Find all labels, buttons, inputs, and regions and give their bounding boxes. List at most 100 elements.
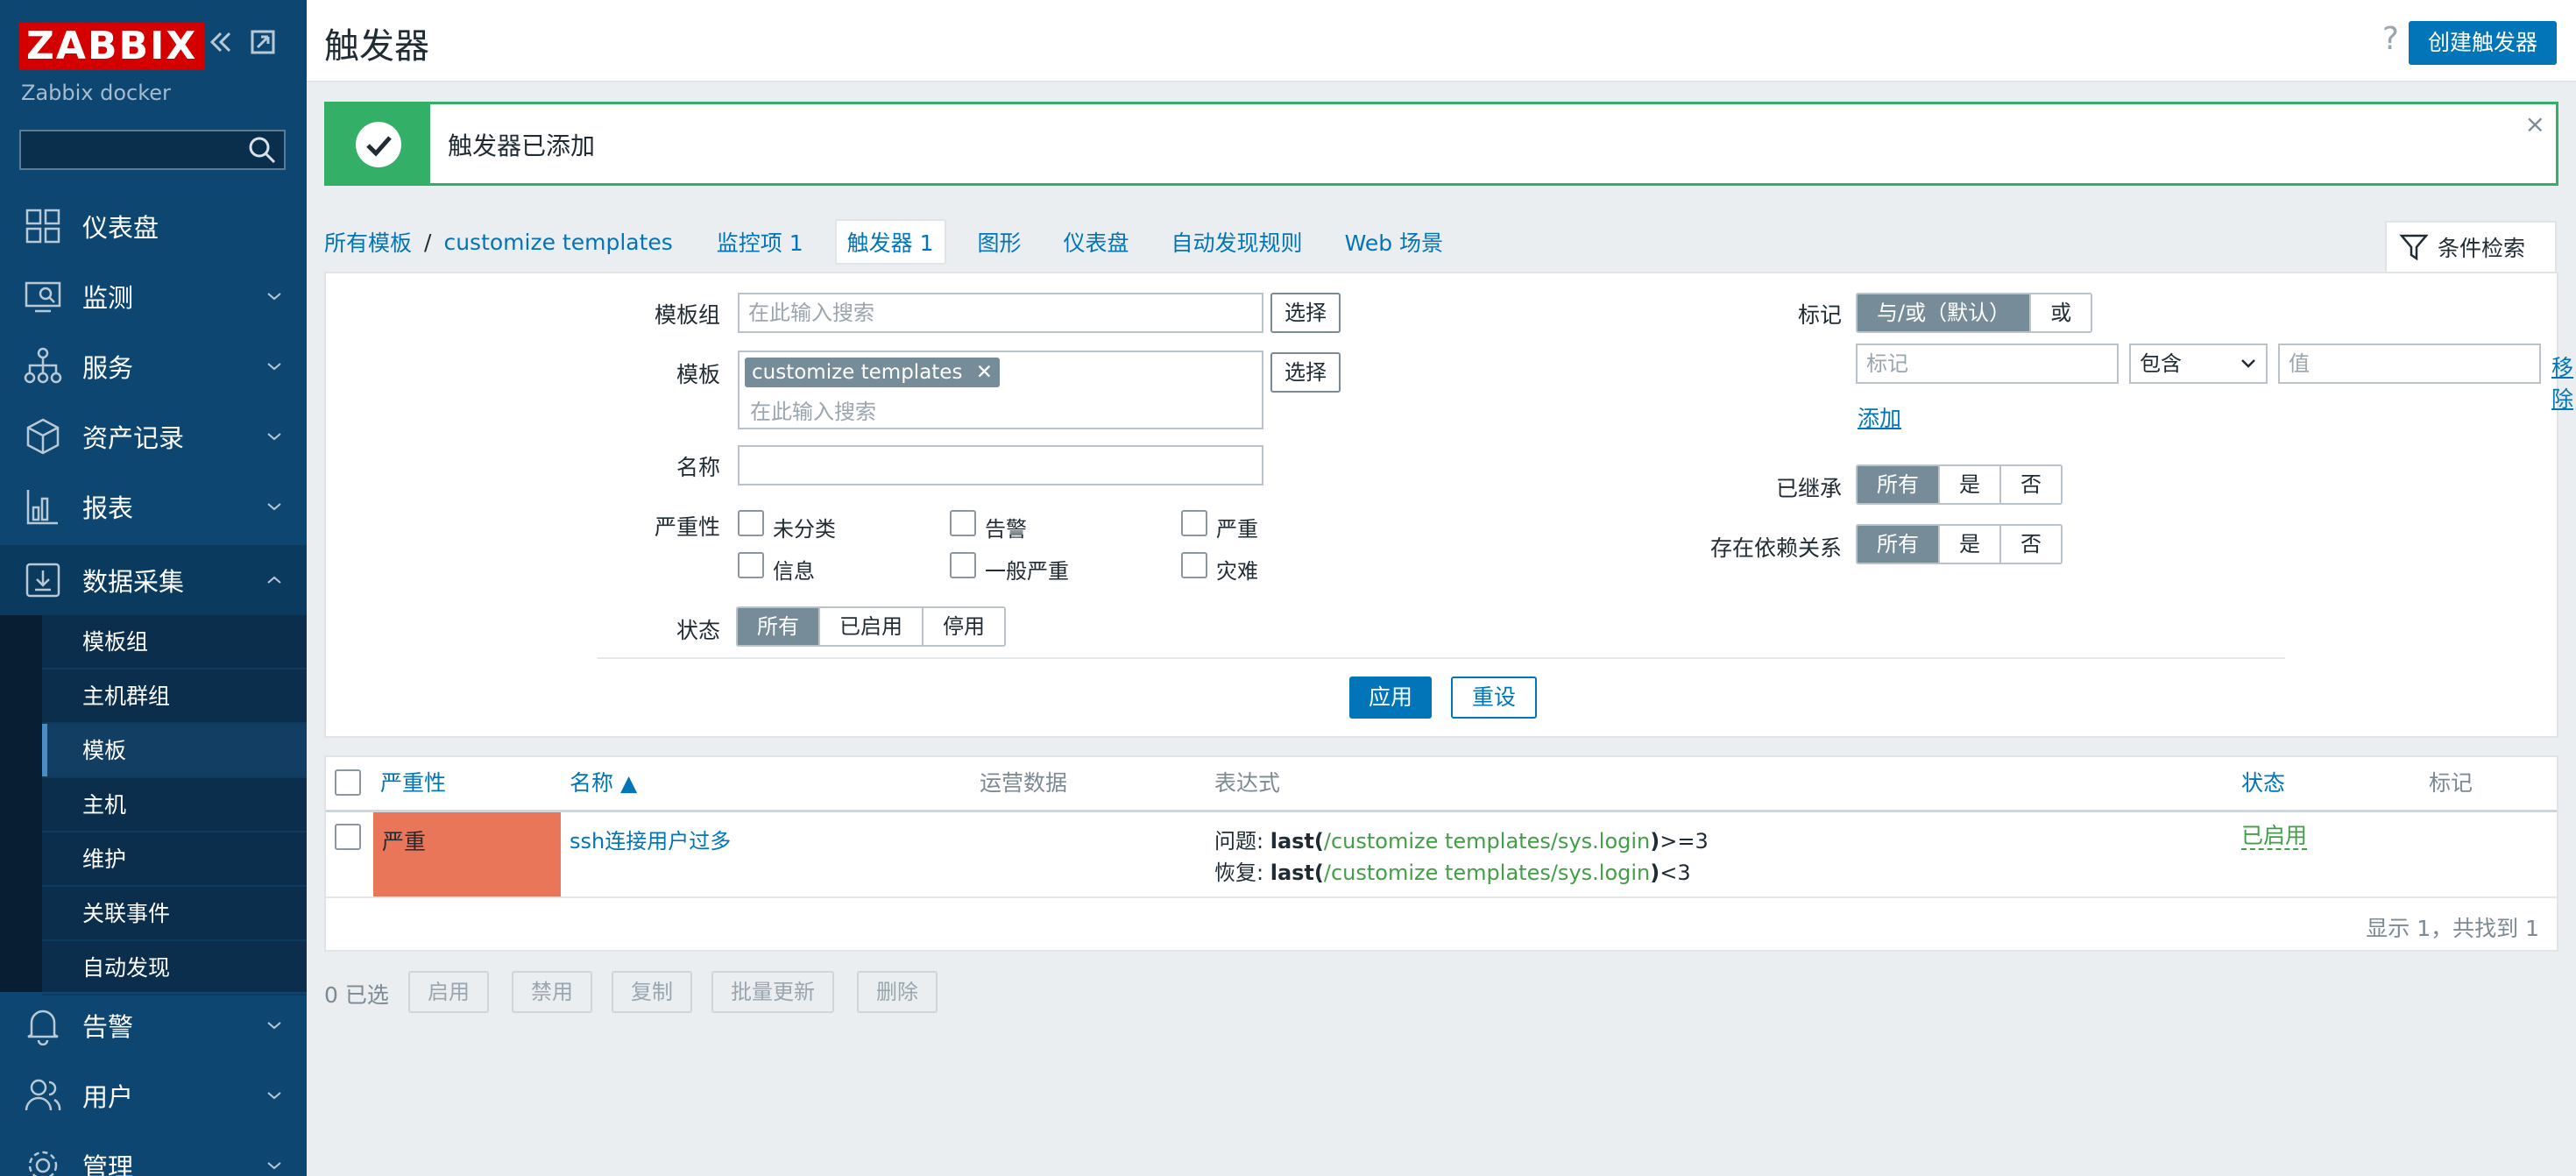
column-name[interactable]: 名称 ▲ [570,757,637,810]
nav-reports[interactable]: 报表 [0,471,307,542]
tag-operator-select[interactable]: 包含 [2129,344,2268,384]
nav-label: 监测 [82,283,134,313]
enable-button[interactable]: 启用 [408,971,489,1013]
nav-label: 数据采集 [82,567,185,597]
dependencies-no[interactable]: 否 [1999,526,2061,563]
template-select-button[interactable]: 选择 [1270,352,1341,393]
state-enabled[interactable]: 已启用 [818,608,922,645]
delete-button[interactable]: 删除 [857,971,938,1013]
nav-alerts[interactable]: 告警 [0,990,307,1060]
dashboard-icon [25,209,60,244]
state-disabled[interactable]: 停用 [922,608,1004,645]
close-icon[interactable]: × [2525,110,2545,138]
submenu-hosts[interactable]: 主机 [42,778,307,832]
dependencies-yes[interactable]: 是 [1938,526,1999,563]
create-trigger-button[interactable]: 创建触发器 [2408,21,2557,65]
submenu-host-groups[interactable]: 主机群组 [42,669,307,724]
breadcrumb-template[interactable]: customize templates [443,230,672,255]
expression-function: last [1270,861,1314,885]
trigger-name-link[interactable]: ssh连接用户过多 [570,824,731,854]
chevron-down-icon [267,503,281,511]
tab-dashboards[interactable]: 仪表盘 [1053,221,1140,263]
selected-count: 0 已选 [324,982,389,1008]
breadcrumb-all-templates[interactable]: 所有模板 [324,226,412,258]
template-label: 模板 [676,362,720,387]
copy-button[interactable]: 复制 [612,971,692,1013]
template-group-label: 模板组 [654,302,720,328]
template-group-input[interactable]: 在此输入搜索 [738,293,1263,333]
submenu-event-correlation[interactable]: 关联事件 [42,887,307,941]
double-chevron-left-icon[interactable] [207,28,235,64]
message-text: 触发器已添加 [448,131,596,160]
tab-graphs[interactable]: 图形 [967,221,1032,263]
submenu-template-groups[interactable]: 模板组 [42,615,307,669]
status-toggle-link[interactable]: 已启用 [2241,824,2308,850]
template-nav: 所有模板 / customize templates 监控项 1 触发器 1 图… [324,219,1454,265]
nav-data-collection[interactable]: 数据采集 [0,545,307,615]
submenu-discovery[interactable]: 自动发现 [42,941,307,995]
tab-web-scenarios[interactable]: Web 场景 [1334,221,1454,263]
submenu-templates[interactable]: 模板 [42,724,307,778]
nav-label: 报表 [82,493,134,523]
remove-tag-link[interactable]: 移除 [2551,351,2573,414]
mass-update-button[interactable]: 批量更新 [711,971,834,1013]
tag-name-input[interactable]: 标记 [1856,344,2119,384]
gear-icon [28,1151,58,1176]
sidebar-search-input[interactable] [19,130,286,170]
state-all[interactable]: 所有 [738,608,818,645]
page-title: 触发器 [324,26,429,67]
expand-icon[interactable] [249,28,277,64]
column-status[interactable]: 状态 [2241,757,2285,810]
dependencies-all[interactable]: 所有 [1858,526,1938,563]
filter-toggle[interactable]: 条件检索 [2385,221,2557,272]
select-all-checkbox[interactable] [335,769,361,796]
column-tags: 标记 [2429,770,2473,796]
inventory-icon [26,418,60,455]
submenu-maintenance[interactable]: 维护 [42,832,307,887]
tab-items[interactable]: 监控项 1 [706,221,814,263]
reset-button[interactable]: 重设 [1451,677,1538,719]
search-icon[interactable] [247,135,277,165]
severity-checkbox[interactable] [1181,510,1207,536]
inherited-yes[interactable]: 是 [1938,466,1999,503]
tags-mode-and-or[interactable]: 与/或（默认） [1858,294,2030,331]
tab-discovery-rules[interactable]: 自动发现规则 [1161,221,1313,263]
tags-mode-or[interactable]: 或 [2029,294,2091,331]
apply-button[interactable]: 应用 [1349,677,1433,719]
expression-item-link[interactable]: /customize templates/sys.login [1324,861,1650,885]
severity-checkbox[interactable] [950,510,976,536]
inherited-no[interactable]: 否 [1999,466,2061,503]
nav-inventory[interactable]: 资产记录 [0,401,307,471]
nav-label: 管理 [82,1152,134,1176]
filter-icon [2399,234,2429,261]
name-input[interactable] [738,445,1263,485]
chip-remove-icon[interactable]: ✕ [976,361,993,384]
chevron-down-icon [267,293,281,301]
help-icon[interactable]: ? [2382,21,2399,57]
template-group-select-button[interactable]: 选择 [1270,293,1341,333]
problem-suffix: >=3 [1660,829,1709,854]
row-checkbox[interactable] [335,824,361,850]
inherited-all[interactable]: 所有 [1858,466,1938,503]
severity-checkbox[interactable] [738,552,764,578]
problem-prefix: 问题: [1214,829,1270,854]
nav-dashboards[interactable]: 仪表盘 [0,191,307,261]
severity-option: 告警 [985,517,1027,542]
tag-value-input[interactable]: 值 [2278,344,2541,384]
check-circle-icon [356,122,401,167]
expression-item-link[interactable]: /customize templates/sys.login [1324,829,1650,854]
severity-checkbox[interactable] [1181,552,1207,578]
nav-administration[interactable]: 管理 [0,1130,307,1176]
chevron-up-icon [267,576,281,584]
template-search-placeholder: 在此输入搜索 [750,400,876,424]
disable-button[interactable]: 禁用 [512,971,592,1013]
tab-triggers[interactable]: 触发器 1 [834,219,946,265]
column-severity[interactable]: 严重性 [380,757,446,810]
zabbix-logo[interactable]: ZABBIX [19,23,205,70]
nav-services[interactable]: 服务 [0,331,307,401]
severity-checkbox[interactable] [950,552,976,578]
nav-monitoring[interactable]: 监测 [0,261,307,331]
severity-checkbox[interactable] [738,510,764,536]
add-tag-link[interactable]: 添加 [1858,401,1901,433]
nav-users[interactable]: 用户 [0,1060,307,1130]
